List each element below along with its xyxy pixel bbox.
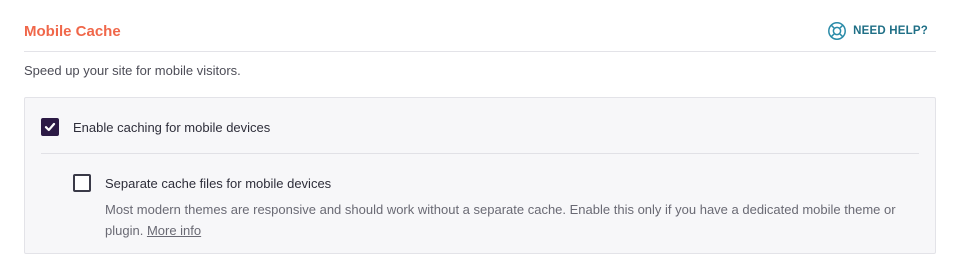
divider xyxy=(41,153,919,154)
section-title: Mobile Cache xyxy=(24,23,121,40)
enable-mobile-caching-label: Enable caching for mobile devices xyxy=(73,119,271,135)
separate-cache-files-checkbox[interactable] xyxy=(73,174,91,192)
section-header: Mobile Cache NEED HELP? xyxy=(24,14,936,52)
checkmark-icon xyxy=(44,122,56,132)
mobile-cache-options-panel: Enable caching for mobile devices Separa… xyxy=(24,97,936,254)
separate-cache-files-description: Most modern themes are responsive and sh… xyxy=(105,199,925,241)
section-description: Speed up your site for mobile visitors. xyxy=(24,63,241,78)
need-help-link[interactable]: NEED HELP? xyxy=(827,21,928,41)
enable-mobile-caching-checkbox[interactable] xyxy=(41,118,59,136)
more-info-link[interactable]: More info xyxy=(147,223,201,238)
separate-cache-files-description-text: Most modern themes are responsive and sh… xyxy=(105,202,896,238)
separate-cache-files-option[interactable]: Separate cache files for mobile devices xyxy=(73,174,331,192)
lifebuoy-icon xyxy=(827,21,847,41)
need-help-label: NEED HELP? xyxy=(853,25,928,37)
enable-mobile-caching-option[interactable]: Enable caching for mobile devices xyxy=(41,118,270,136)
separate-cache-files-label: Separate cache files for mobile devices xyxy=(105,175,332,191)
